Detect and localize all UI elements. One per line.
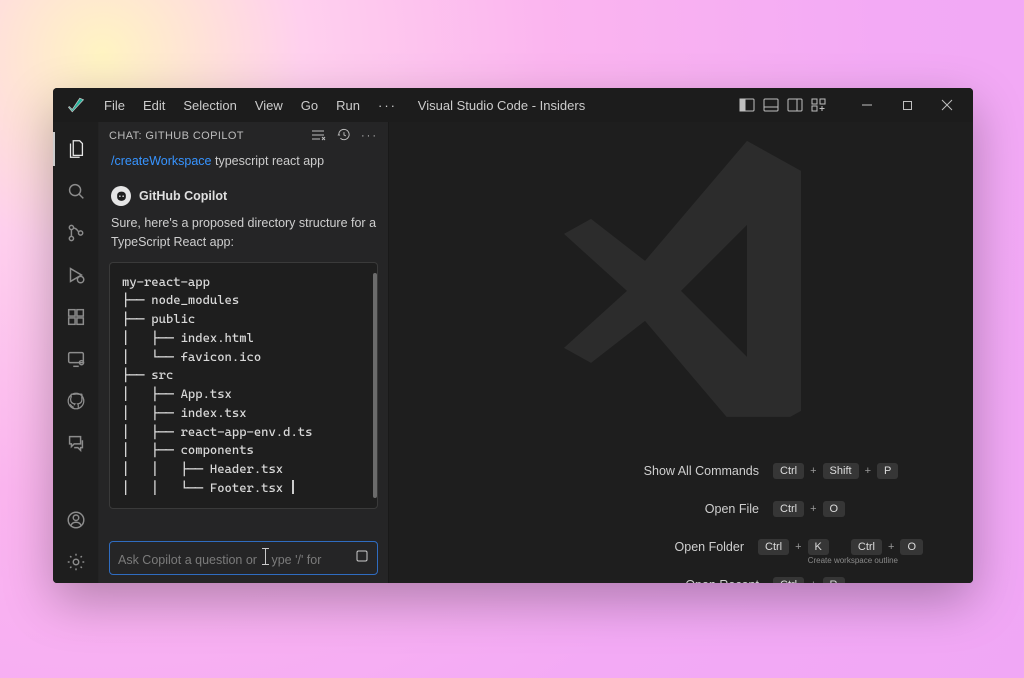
key-r: R (823, 577, 845, 583)
key-ctrl: Ctrl (773, 463, 804, 479)
chat-history-icon[interactable] (336, 127, 351, 145)
chat-panel-title: CHAT: GITHUB COPILOT (109, 130, 244, 142)
code-line: │ │ ├── Header.tsx (122, 461, 283, 476)
chat-send-icon[interactable] (355, 549, 369, 568)
key-ctrl: Ctrl (773, 501, 804, 517)
hint-note: Create workspace outline (808, 556, 898, 565)
chat-icon[interactable] (53, 422, 99, 464)
text-cursor-icon (262, 549, 269, 564)
key-o: O (900, 539, 923, 555)
run-debug-icon[interactable] (53, 254, 99, 296)
code-line: │ │ └── Footer.tsx (122, 480, 290, 495)
chat-input[interactable]: Ask Copilot a question or ype '/' for (109, 541, 378, 575)
layout-panel-right-icon[interactable] (785, 96, 805, 114)
accounts-icon[interactable] (53, 499, 99, 541)
code-line: │ ├── react-app-env.d.ts (122, 424, 312, 439)
editor-area: Show All Commands Ctrl+Shift+P Open File… (389, 122, 973, 583)
manage-icon[interactable] (53, 541, 99, 583)
key-k: K (808, 539, 829, 555)
search-icon[interactable] (53, 170, 99, 212)
code-line: │ └── favicon.ico (122, 349, 261, 364)
chat-user-prompt: /createWorkspace typescript react app (99, 150, 388, 176)
chat-slash-command: /createWorkspace (111, 154, 212, 168)
hint-show-all-commands: Show All Commands Ctrl+Shift+P (483, 452, 923, 490)
chat-bot-text: Sure, here's a proposed directory struct… (111, 214, 376, 252)
explorer-icon[interactable] (53, 128, 99, 170)
code-line: ├── node_modules (122, 292, 239, 307)
chat-more-icon[interactable]: ··· (361, 130, 378, 142)
menu-edit[interactable]: Edit (134, 92, 174, 119)
chat-bot-name: GitHub Copilot (139, 187, 227, 206)
window-controls (737, 88, 967, 122)
key-p: P (877, 463, 898, 479)
title-bar: File Edit Selection View Go Run ··· Visu… (53, 88, 973, 122)
vscode-watermark-icon (531, 122, 831, 422)
key-ctrl: Ctrl (851, 539, 882, 555)
activity-bar (53, 122, 99, 583)
vscode-window: File Edit Selection View Go Run ··· Visu… (53, 88, 973, 583)
key-shift: Shift (823, 463, 859, 479)
key-ctrl: Ctrl (758, 539, 789, 555)
code-line: my-react-app (122, 274, 210, 289)
window-title: Visual Studio Code - Insiders (266, 98, 737, 113)
layout-panel-left-icon[interactable] (737, 96, 757, 114)
key-o: O (823, 501, 846, 517)
key-ctrl: Ctrl (773, 577, 804, 583)
source-control-icon[interactable] (53, 212, 99, 254)
code-line: │ ├── components (122, 442, 254, 457)
code-line: │ ├── App.tsx (122, 386, 232, 401)
code-line: │ ├── index.html (122, 330, 254, 345)
welcome-hints: Show All Commands Ctrl+Shift+P Open File… (483, 452, 923, 583)
code-line: ├── src (122, 367, 173, 382)
vscode-logo-icon (67, 96, 85, 114)
layout-panel-bottom-icon[interactable] (761, 96, 781, 114)
chat-response: GitHub Copilot Sure, here's a proposed d… (99, 176, 388, 252)
hint-open-recent: Open Recent Ctrl+R (483, 566, 923, 583)
chat-panel-titlebar: CHAT: GITHUB COPILOT ··· (99, 122, 388, 150)
github-icon[interactable] (53, 380, 99, 422)
hint-open-file: Open File Ctrl+O (483, 490, 923, 528)
chat-input-placeholder: Ask Copilot a question or ype '/' for (118, 549, 355, 567)
close-button[interactable] (927, 88, 967, 122)
chat-clear-icon[interactable] (310, 128, 326, 145)
layout-customize-icon[interactable] (809, 96, 829, 114)
code-line: ├── public (122, 311, 195, 326)
hint-open-folder: Open Folder Ctrl+KCtrl+O Create workspac… (483, 528, 923, 566)
maximize-button[interactable] (887, 88, 927, 122)
copilot-avatar-icon (111, 186, 131, 206)
menu-selection[interactable]: Selection (174, 92, 245, 119)
menu-file[interactable]: File (95, 92, 134, 119)
extensions-icon[interactable] (53, 296, 99, 338)
chat-code-block[interactable]: my-react-app ├── node_modules ├── public… (109, 262, 378, 509)
code-line: │ ├── index.tsx (122, 405, 247, 420)
chat-panel: CHAT: GITHUB COPILOT ··· /createWorkspac… (99, 122, 389, 583)
minimize-button[interactable] (847, 88, 887, 122)
remote-explorer-icon[interactable] (53, 338, 99, 380)
